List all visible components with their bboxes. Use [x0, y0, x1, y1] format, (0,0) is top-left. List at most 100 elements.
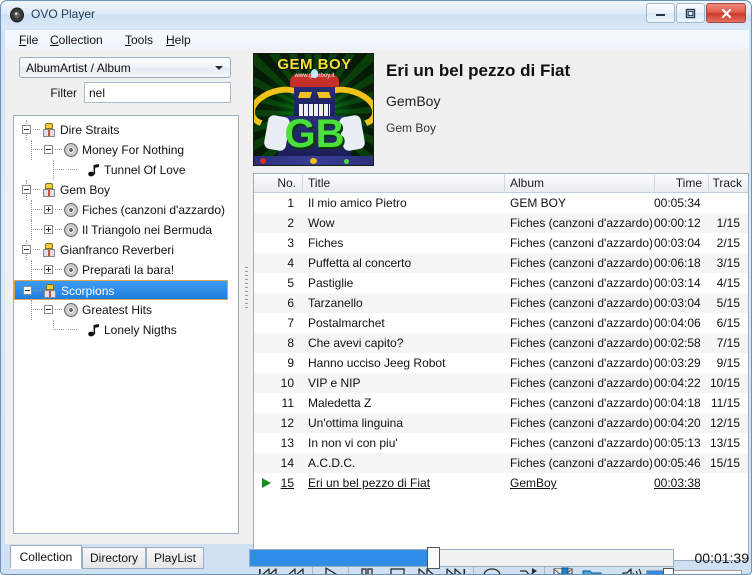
tree-item-label: Preparati la bara!: [82, 263, 175, 277]
tree-connector: [34, 290, 41, 291]
table-row[interactable]: 10 VIP e NIP Fiches (canzoni d'azzardo) 00:…: [254, 373, 748, 393]
tree-collapse-icon[interactable]: [44, 305, 53, 314]
tree-collapse-icon[interactable]: [23, 286, 32, 295]
tree-collapse-icon[interactable]: [22, 125, 31, 134]
tree-item-label: Gianfranco Reverberi: [60, 243, 175, 257]
seek-slider-thumb[interactable]: [427, 547, 440, 569]
column-header-time[interactable]: Time: [654, 174, 708, 192]
tree-item[interactable]: Tunnel Of Love: [14, 160, 228, 180]
cell-no: 7: [287, 316, 294, 330]
table-row[interactable]: 5 Pastiglie Fiches (canzoni d'azzardo) 00:0…: [254, 273, 748, 293]
minimize-button[interactable]: [646, 3, 675, 23]
tree-item-label: Money For Nothing: [82, 143, 185, 157]
tree-collapse-icon[interactable]: [22, 245, 31, 254]
tracklist-header: No. Title Album Time Track: [254, 174, 748, 193]
tree-item[interactable]: Gem Boy: [14, 180, 228, 200]
cell-album: Fiches (canzoni d'azzardo): [510, 376, 652, 390]
table-row[interactable]: 12 Un'ottima linguina Fiches (canzoni d'az…: [254, 413, 748, 433]
collection-tree[interactable]: Dire Straits Money For Nothing Tunnel Of L…: [13, 115, 239, 534]
tab-playlist[interactable]: PlayList: [146, 547, 204, 569]
table-row[interactable]: 4 Puffetta al concerto Fiches (canzoni d'a…: [254, 253, 748, 273]
tree-item[interactable]: Il Triangolo nei Bermuda: [14, 220, 228, 240]
tree-connector: [55, 149, 62, 150]
table-row[interactable]: 1 Il mio amico Pietro GEM BOY 00:05:34: [254, 193, 748, 213]
title-bar[interactable]: OVO Player: [1, 1, 751, 29]
tree-item[interactable]: Greatest Hits: [14, 300, 228, 320]
tree-connector: [55, 229, 62, 230]
maximize-icon: [677, 4, 704, 22]
tab-directory[interactable]: Directory: [82, 547, 146, 569]
maximize-button[interactable]: [676, 3, 705, 23]
table-row[interactable]: 11 Maledetta Z Fiches (canzoni d'azzardo) 0…: [254, 393, 748, 413]
table-row[interactable]: 8 Che avevi capito? Fiches (canzoni d'azza…: [254, 333, 748, 353]
tree-item[interactable]: Scorpions: [14, 280, 228, 300]
tracklist[interactable]: No. Title Album Time Track 1 Il mio amico Pie…: [253, 173, 749, 561]
tree-item-label: Il Triangolo nei Bermuda: [82, 223, 213, 237]
close-button[interactable]: [706, 3, 746, 23]
table-row[interactable]: 15 Eri un bel pezzo di Fiat GemBoy 00:03:38: [254, 473, 748, 493]
table-row[interactable]: 9 Hanno ucciso Jeeg Robot Fiches (canzoni …: [254, 353, 748, 373]
cell-title: Wow: [308, 216, 335, 230]
tree-expand-icon[interactable]: [44, 225, 53, 234]
column-divider: [302, 175, 303, 191]
table-row[interactable]: 6 Tarzanello Fiches (canzoni d'azzardo) 00:…: [254, 293, 748, 313]
tree-connector: [31, 229, 42, 230]
tree-connector: [33, 189, 40, 190]
tree-expand-icon[interactable]: [44, 265, 53, 274]
artwork-title-text: GEM BOY: [277, 56, 352, 73]
cell-track: 5/15: [716, 296, 740, 310]
cell-album: Fiches (canzoni d'azzardo): [510, 296, 652, 310]
table-row[interactable]: 3 Fiches Fiches (canzoni d'azzardo) 00:03:0…: [254, 233, 748, 253]
tab-collection[interactable]: Collection: [10, 545, 82, 569]
table-row[interactable]: 7 Postalmarchet Fiches (canzoni d'azzardo)…: [254, 313, 748, 333]
column-divider: [504, 175, 505, 191]
tree-item[interactable]: Preparati la bara!: [14, 260, 228, 280]
cell-time: 00:03:14: [654, 276, 700, 290]
artwork-url-text: www.gemboy.it: [294, 73, 335, 79]
cell-no: 14: [280, 456, 294, 470]
cell-title: A.C.D.C.: [308, 456, 356, 470]
cell-time: 00:05:46: [654, 456, 700, 470]
table-row[interactable]: 13 In non vi con piu' Fiches (canzoni d'az…: [254, 433, 748, 453]
tree-item[interactable]: Money For Nothing: [14, 140, 228, 160]
tree-item[interactable]: Gianfranco Reverberi: [14, 240, 228, 260]
panel-splitter[interactable]: [243, 49, 250, 544]
column-header-track[interactable]: Track: [708, 174, 748, 192]
minimize-icon: [647, 4, 674, 22]
menu-tools[interactable]: Tools: [119, 32, 159, 48]
album-cd-icon: [64, 223, 78, 237]
tree-item[interactable]: Fiches (canzoni d'azzardo): [14, 200, 228, 220]
cell-title: Fiches: [308, 236, 344, 250]
now-playing-album: Gem Boy: [386, 121, 437, 135]
table-row[interactable]: 2 Wow Fiches (canzoni d'azzardo) 00:00:12 1/…: [254, 213, 748, 233]
cell-title: Maledetta Z: [308, 396, 372, 410]
grouping-select[interactable]: AlbumArtist / Album: [19, 57, 231, 78]
table-row[interactable]: 14 A.C.D.C. Fiches (canzoni d'azzardo) 00:0…: [254, 453, 748, 473]
album-cd-icon: [64, 303, 78, 317]
cell-track: 7/15: [716, 336, 740, 350]
filter-input[interactable]: [84, 82, 231, 103]
menu-collection[interactable]: Collection: [44, 32, 109, 48]
seek-slider[interactable]: [249, 547, 674, 569]
tree-connector: [31, 209, 42, 210]
cell-no: 11: [281, 396, 294, 410]
artwork-logo-text: GB: [284, 112, 345, 156]
tree-item[interactable]: Lonely Nigths: [14, 320, 228, 340]
tree-item[interactable]: Dire Straits: [14, 120, 228, 140]
menu-help[interactable]: Help: [160, 32, 197, 48]
tree-item-label: Fiches (canzoni d'azzardo): [82, 203, 226, 217]
column-header-title[interactable]: Title: [302, 174, 504, 192]
tree-connector: [31, 200, 32, 220]
column-divider: [708, 175, 709, 191]
tree-collapse-icon[interactable]: [44, 145, 53, 154]
cell-album: Fiches (canzoni d'azzardo): [510, 416, 652, 430]
tree-collapse-icon[interactable]: [22, 185, 31, 194]
tree-item-label: Greatest Hits: [82, 303, 153, 317]
tree-expand-icon[interactable]: [44, 205, 53, 214]
tree-connector: [31, 140, 32, 160]
menu-file[interactable]: File: [13, 32, 44, 48]
column-header-no[interactable]: No.: [254, 174, 302, 192]
column-header-album[interactable]: Album: [504, 174, 654, 192]
now-playing-artist: GemBoy: [386, 93, 441, 109]
tree-connector: [55, 269, 62, 270]
